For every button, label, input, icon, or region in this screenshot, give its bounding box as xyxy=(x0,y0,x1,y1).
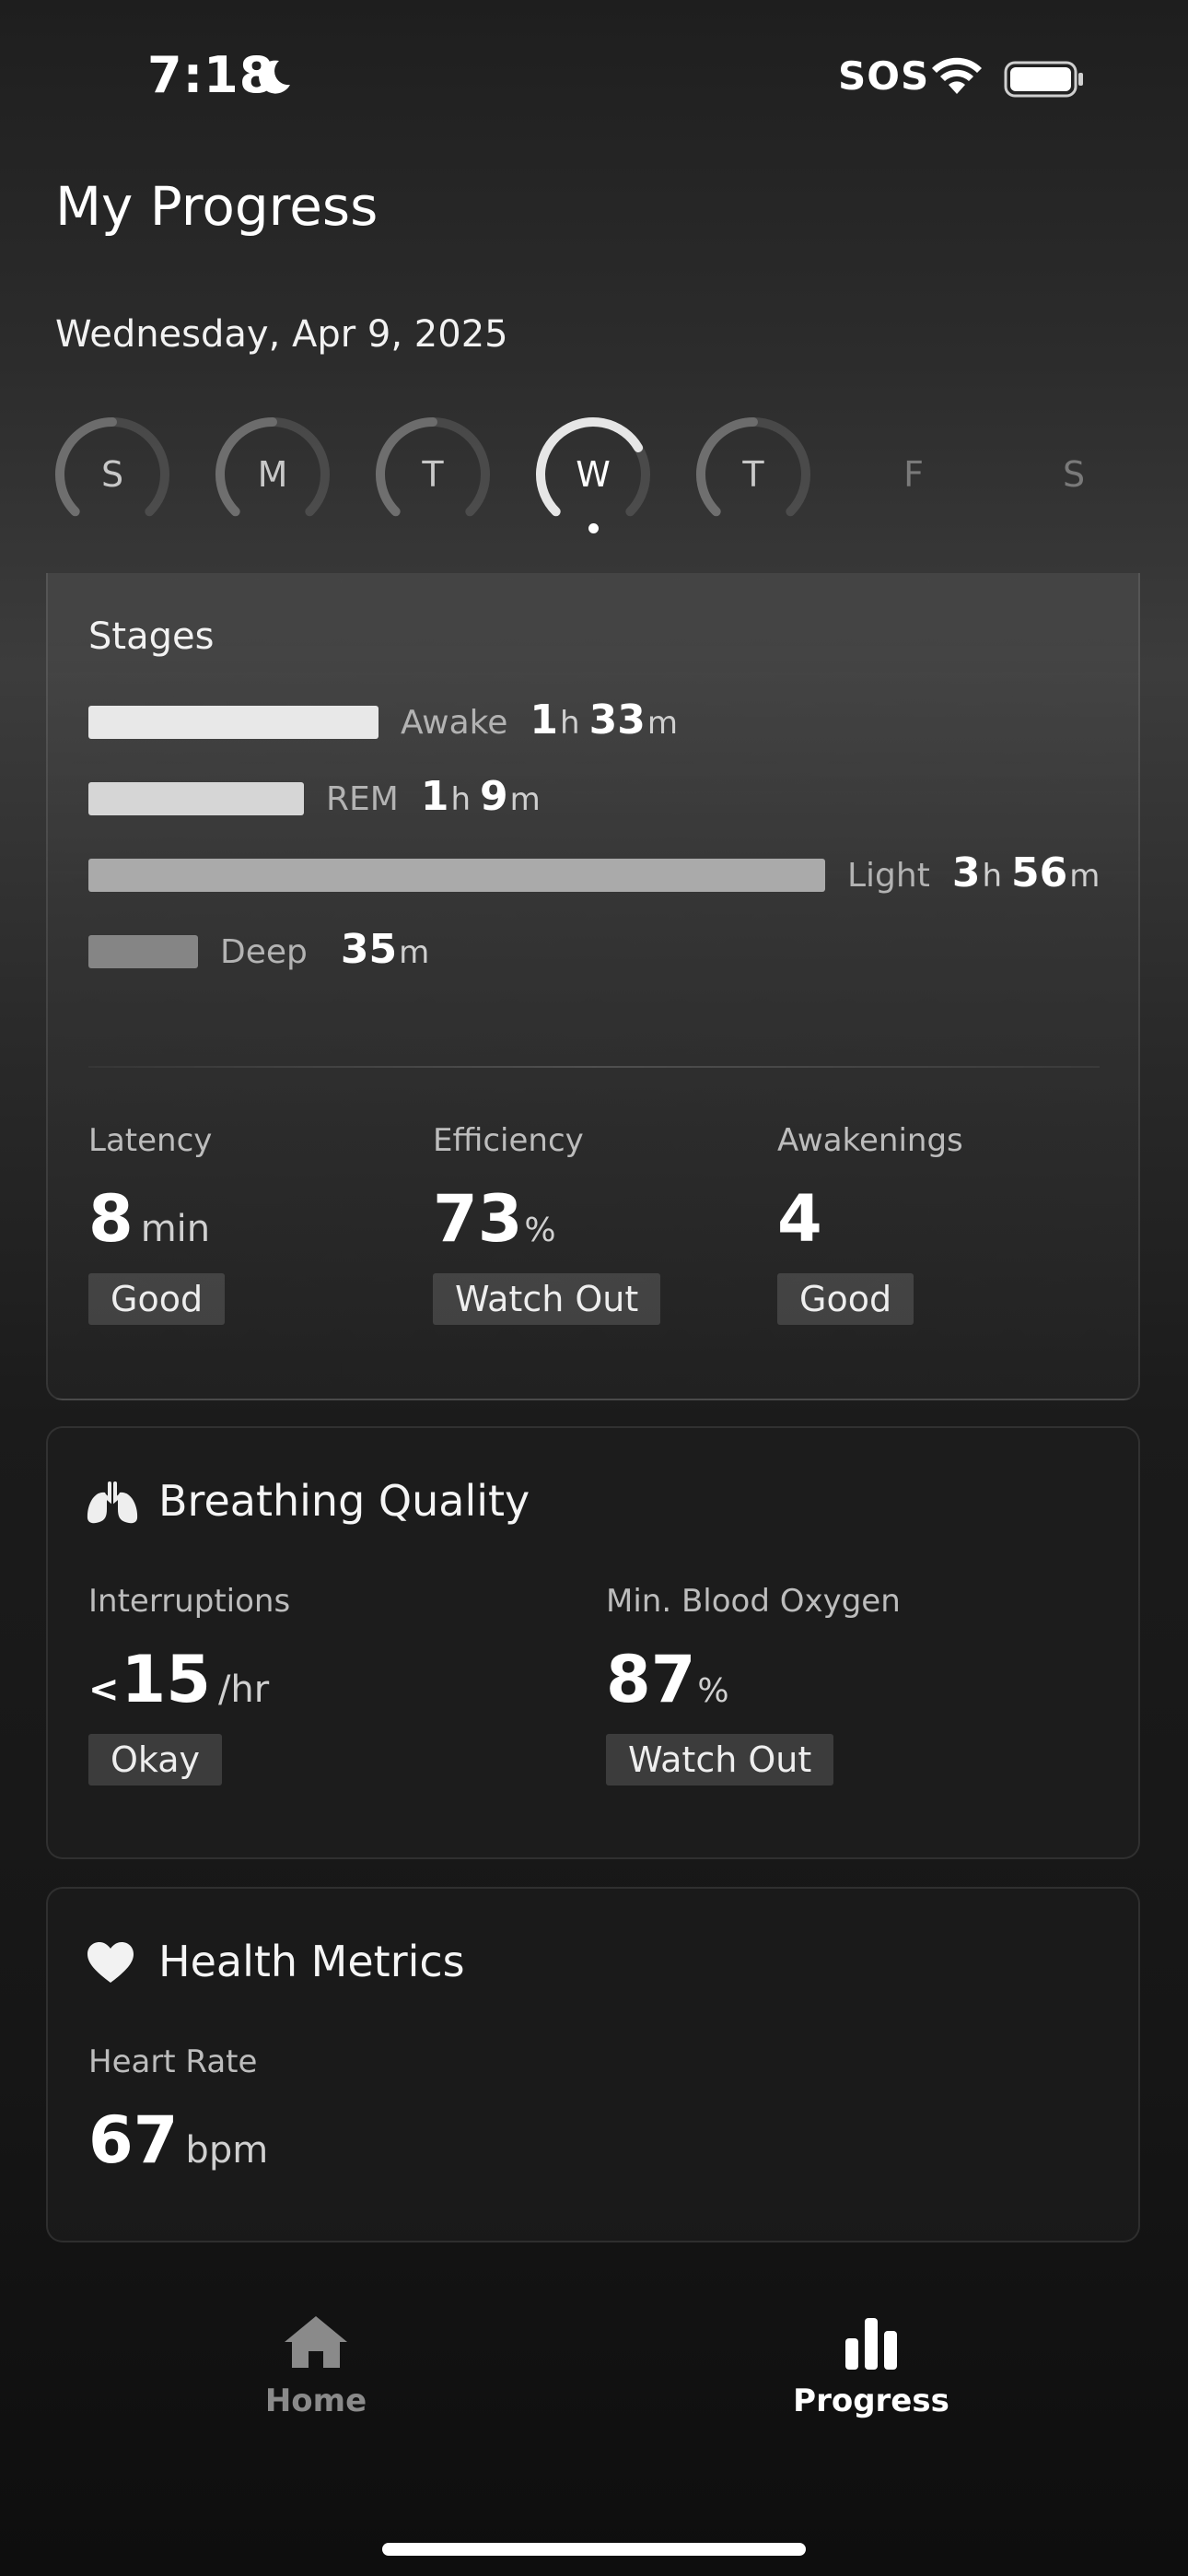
selected-date: Wednesday, Apr 9, 2025 xyxy=(55,313,508,356)
stages-title: Stages xyxy=(88,615,215,658)
heart-rate-value: 67 xyxy=(88,2102,179,2178)
day-label: S xyxy=(1062,454,1086,495)
efficiency-unit: % xyxy=(524,1212,556,1249)
day-label: W xyxy=(576,454,611,495)
stage-minutes: 33 xyxy=(588,697,646,744)
latency-status-badge: Good xyxy=(88,1273,226,1325)
day-friday[interactable]: F xyxy=(854,415,973,553)
stage-minutes-unit: m xyxy=(509,781,541,818)
awakenings-metric: Awakenings 4 Good xyxy=(777,1122,963,1325)
wifi-icon xyxy=(932,57,982,94)
stage-hours-unit: h xyxy=(982,858,1003,895)
stage-name: REM xyxy=(326,780,399,818)
latency-label: Latency xyxy=(88,1122,213,1159)
stage-minutes: 56 xyxy=(1011,849,1068,896)
stage-minutes-unit: m xyxy=(646,705,678,742)
day-label: S xyxy=(100,454,124,495)
latency-metric: Latency 8 min Good xyxy=(88,1122,226,1325)
day-tuesday[interactable]: T xyxy=(373,415,493,553)
awakenings-value: 4 xyxy=(777,1181,822,1257)
stage-name: Deep xyxy=(220,933,308,971)
heart-icon xyxy=(87,1942,134,1983)
lungs-icon xyxy=(87,1481,138,1524)
stages-divider xyxy=(88,1066,1100,1068)
day-wednesday-selected[interactable]: W xyxy=(533,415,653,553)
battery-icon xyxy=(1004,61,1083,98)
day-label: F xyxy=(903,454,924,495)
interruptions-value: 15 xyxy=(121,1642,211,1717)
tab-progress[interactable]: Progress xyxy=(751,2313,991,2419)
stages-card: Stages Awake 1h 33m REM 1h 9m Light 3h 56m Dee… xyxy=(46,573,1140,1400)
bar-chart-icon xyxy=(845,2318,897,2370)
interruptions-unit: /hr xyxy=(217,1669,270,1711)
blood-oxygen-label: Min. Blood Oxygen xyxy=(606,1583,901,1620)
moon-icon xyxy=(259,60,290,94)
health-title: Health Metrics xyxy=(158,1937,465,1986)
heart-rate-label: Heart Rate xyxy=(88,2043,258,2080)
day-monday[interactable]: M xyxy=(213,415,332,553)
stage-hours-unit: h xyxy=(560,705,580,742)
home-indicator[interactable] xyxy=(382,2543,806,2556)
blood-oxygen-status-badge: Watch Out xyxy=(606,1734,834,1786)
week-selector: S M T W T F S xyxy=(0,415,1188,553)
interruptions-prefix: < xyxy=(88,1669,120,1711)
stage-bar xyxy=(88,706,379,739)
stage-minutes: 35 xyxy=(340,926,398,973)
stage-hours: 1 xyxy=(420,773,449,820)
interruptions-label: Interruptions xyxy=(88,1583,291,1620)
day-label: T xyxy=(742,454,764,495)
stage-hours: 3 xyxy=(951,849,981,896)
tab-home[interactable]: Home xyxy=(196,2313,436,2419)
interruptions-metric: Interruptions <15/hr Okay xyxy=(88,1583,290,1786)
breathing-quality-card: Breathing Quality Interruptions <15/hr O… xyxy=(46,1426,1140,1859)
stage-bar xyxy=(88,859,825,892)
progress-screen: 7:18 SOS My Progress Wednesday, Apr 9, 2… xyxy=(0,0,1188,2576)
blood-oxygen-metric: Min. Blood Oxygen 87% Watch Out xyxy=(606,1583,901,1786)
efficiency-status-badge: Watch Out xyxy=(433,1273,661,1325)
home-icon xyxy=(285,2316,347,2368)
awakenings-label: Awakenings xyxy=(777,1122,963,1159)
tab-progress-label: Progress xyxy=(793,2383,949,2419)
day-saturday[interactable]: S xyxy=(1014,415,1134,553)
stage-hours: 1 xyxy=(530,697,559,744)
day-label: M xyxy=(257,454,288,495)
heart-rate-unit: bpm xyxy=(185,2129,269,2172)
stage-name: Awake xyxy=(401,704,508,742)
selected-day-dot xyxy=(588,523,599,533)
heart-rate-metric: Heart Rate 67 bpm xyxy=(88,2043,268,2178)
page-title: My Progress xyxy=(55,175,379,238)
stage-minutes-unit: m xyxy=(1069,858,1101,895)
day-sunday[interactable]: S xyxy=(52,415,172,553)
efficiency-value: 73 xyxy=(433,1181,523,1257)
blood-oxygen-value: 87 xyxy=(606,1642,696,1717)
stage-minutes: 9 xyxy=(480,773,508,820)
health-metrics-card: Health Metrics Heart Rate 67 bpm xyxy=(46,1887,1140,2242)
day-thursday[interactable]: T xyxy=(693,415,813,553)
stage-bar xyxy=(88,935,198,968)
stage-name: Light xyxy=(847,857,930,895)
day-label: T xyxy=(422,454,444,495)
efficiency-metric: Efficiency 73% Watch Out xyxy=(433,1122,661,1325)
latency-unit: min xyxy=(140,1208,211,1250)
blood-oxygen-unit: % xyxy=(697,1672,729,1710)
breathing-title: Breathing Quality xyxy=(158,1476,530,1526)
efficiency-label: Efficiency xyxy=(433,1122,584,1159)
awakenings-status-badge: Good xyxy=(777,1273,914,1325)
stage-bar xyxy=(88,782,304,815)
sos-indicator: SOS xyxy=(838,53,930,99)
tab-home-label: Home xyxy=(264,2383,367,2419)
status-bar: 7:18 SOS xyxy=(0,0,1188,157)
latency-value: 8 xyxy=(88,1181,134,1257)
interruptions-status-badge: Okay xyxy=(88,1734,223,1786)
stage-minutes-unit: m xyxy=(399,934,430,971)
stage-hours-unit: h xyxy=(450,781,472,818)
